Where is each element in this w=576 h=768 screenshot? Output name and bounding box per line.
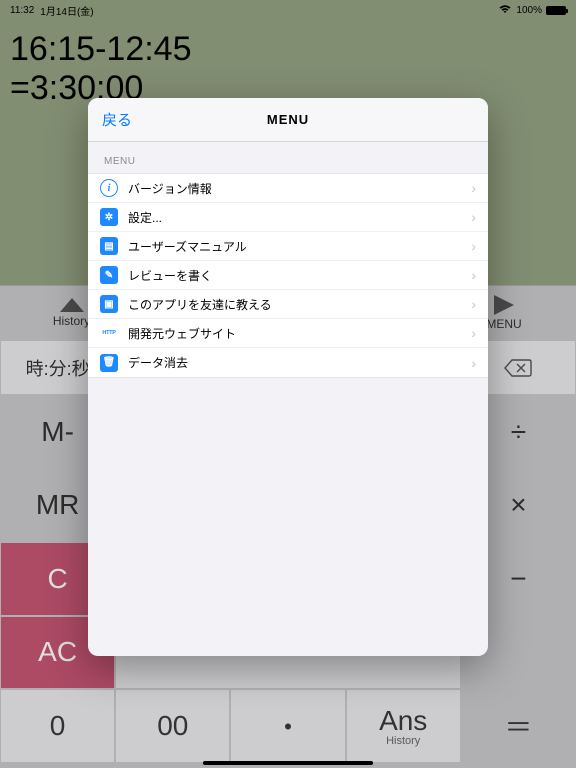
- http-icon: HTTP: [100, 324, 118, 342]
- menu-item-share[interactable]: ▣ このアプリを友達に教える ›: [88, 290, 488, 319]
- section-label: MENU: [88, 142, 488, 173]
- menu-item-review[interactable]: ✎ レビューを書く ›: [88, 261, 488, 290]
- gear-icon: ✲: [100, 208, 118, 226]
- menu-item-clear-data[interactable]: 🗑 データ消去 ›: [88, 348, 488, 377]
- menu-list: i バージョン情報 › ✲ 設定... › ▤ ユーザーズマニュアル › ✎ レ…: [88, 173, 488, 378]
- book-icon: ▤: [100, 237, 118, 255]
- chevron-right-icon: ›: [471, 238, 476, 254]
- menu-item-label: バージョン情報: [128, 180, 471, 197]
- chevron-right-icon: ›: [471, 355, 476, 371]
- chevron-right-icon: ›: [471, 180, 476, 196]
- menu-item-settings[interactable]: ✲ 設定... ›: [88, 203, 488, 232]
- menu-item-manual[interactable]: ▤ ユーザーズマニュアル ›: [88, 232, 488, 261]
- modal-title: MENU: [88, 112, 488, 127]
- modal-header: 戻る MENU: [88, 98, 488, 142]
- menu-item-version[interactable]: i バージョン情報 ›: [88, 174, 488, 203]
- menu-item-website[interactable]: HTTP 開発元ウェブサイト ›: [88, 319, 488, 348]
- menu-item-label: レビューを書く: [128, 267, 471, 284]
- chevron-right-icon: ›: [471, 296, 476, 312]
- menu-item-label: 設定...: [128, 209, 471, 226]
- chevron-right-icon: ›: [471, 209, 476, 225]
- chevron-right-icon: ›: [471, 267, 476, 283]
- trash-icon: 🗑: [100, 354, 118, 372]
- menu-item-label: ユーザーズマニュアル: [128, 238, 471, 255]
- menu-item-label: このアプリを友達に教える: [128, 296, 471, 313]
- info-icon: i: [100, 179, 118, 197]
- back-button[interactable]: 戻る: [88, 109, 146, 130]
- menu-modal: 戻る MENU MENU i バージョン情報 › ✲ 設定... › ▤ ユーザ…: [88, 98, 488, 656]
- share-icon: ▣: [100, 295, 118, 313]
- menu-item-label: 開発元ウェブサイト: [128, 325, 471, 342]
- menu-item-label: データ消去: [128, 354, 471, 371]
- modal-overlay[interactable]: 戻る MENU MENU i バージョン情報 › ✲ 設定... › ▤ ユーザ…: [0, 0, 576, 768]
- chevron-right-icon: ›: [471, 325, 476, 341]
- pencil-icon: ✎: [100, 266, 118, 284]
